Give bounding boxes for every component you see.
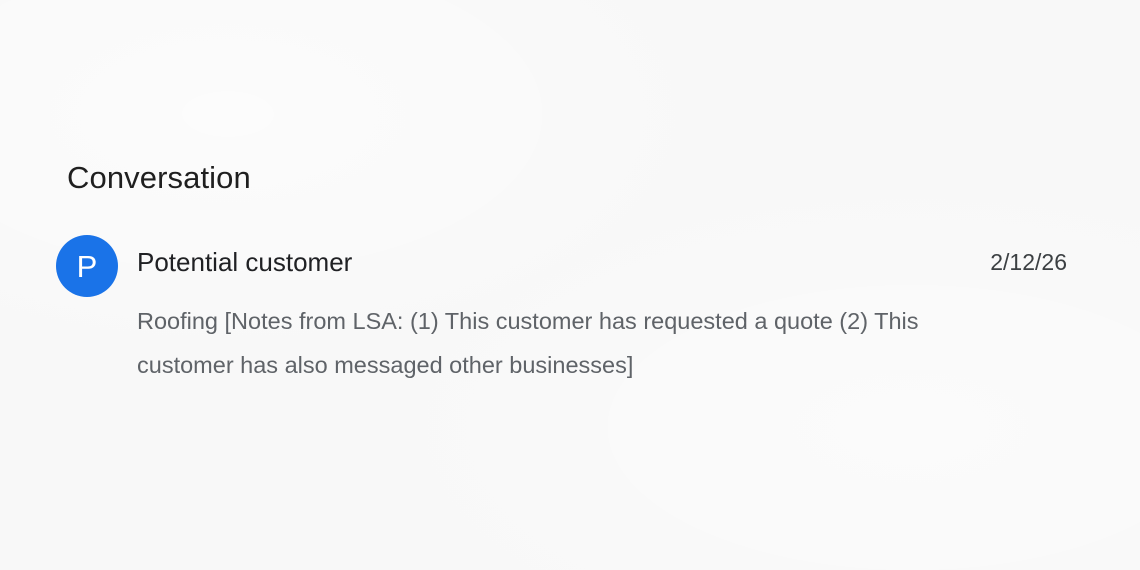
conversation-list-item[interactable]: P Potential customer 2/12/26 Roofing [No… bbox=[56, 235, 1070, 385]
avatar: P bbox=[56, 235, 118, 297]
conversation-date: 2/12/26 bbox=[990, 249, 1067, 275]
conversation-screen: Conversation P Potential customer 2/12/2… bbox=[0, 0, 1140, 570]
avatar-initial-icon: P bbox=[76, 248, 98, 284]
conversation-message-preview: Roofing [Notes from LSA: (1) This custom… bbox=[137, 308, 919, 378]
conversation-section-title: Conversation bbox=[67, 160, 251, 195]
conversation-contact-name: Potential customer bbox=[137, 247, 353, 277]
